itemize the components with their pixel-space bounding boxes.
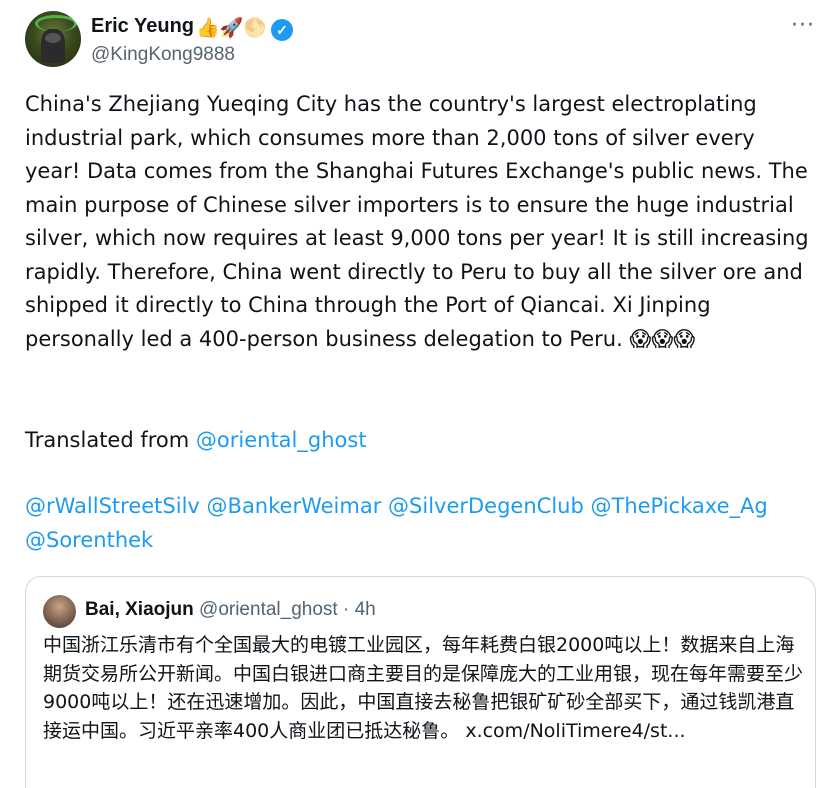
mention-link[interactable]: @BankerWeimar [207, 494, 382, 518]
quoted-name[interactable]: Bai, Xiaojun [85, 599, 194, 620]
quoted-text: 中国浙江乐清市有个全国最大的电镀工业园区，每年耗费白银2000吨以上！数据来自上… [43, 634, 804, 742]
translated-handle-link[interactable]: @oriental_ghost [196, 428, 367, 452]
avatar-figure-face [45, 33, 61, 43]
quoted-text-block: 中国浙江乐清市有个全国最大的电镀工业园区，每年耗费白银2000吨以上！数据来自上… [43, 631, 803, 745]
quoted-tweet[interactable]: Bai, Xiaojun @oriental_ghost · 4h 中国浙江乐清… [25, 576, 816, 788]
author-name[interactable]: Eric Yeung [91, 15, 194, 37]
more-options-icon[interactable]: ··· [791, 14, 815, 38]
mention-link[interactable]: @ThePickaxe_Ag [591, 494, 768, 518]
quoted-avatar[interactable] [43, 595, 76, 628]
mentions: @rWallStreetSilv @BankerWeimar @SilverDe… [25, 490, 815, 557]
tweet-text: China's Zhejiang Yueqing City has the co… [25, 92, 816, 351]
quoted-time[interactable]: 4h [355, 599, 376, 620]
mention-link[interactable]: @SilverDegenClub [388, 494, 584, 518]
author-name-row[interactable]: Eric Yeung 👍🚀🌕 ✓ [91, 12, 293, 41]
quoted-handle[interactable]: @oriental_ghost [199, 599, 338, 620]
author-handle[interactable]: @KingKong9888 [91, 43, 235, 67]
verified-badge-icon[interactable]: ✓ [271, 19, 293, 41]
author-emojis: 👍🚀🌕 [196, 18, 267, 39]
translated-from: Translated from @oriental_ghost [25, 424, 367, 458]
quoted-link[interactable]: x.com/NoliTimere4/st... [465, 720, 685, 742]
quoted-separator: · [342, 599, 350, 620]
mention-link[interactable]: @rWallStreetSilv [25, 494, 200, 518]
quoted-header: Bai, Xiaojun @oriental_ghost · 4h [85, 597, 376, 623]
mention-link[interactable]: @Sorenthek [25, 528, 153, 552]
translated-prefix: Translated from [25, 428, 196, 452]
author-avatar[interactable] [25, 11, 81, 67]
